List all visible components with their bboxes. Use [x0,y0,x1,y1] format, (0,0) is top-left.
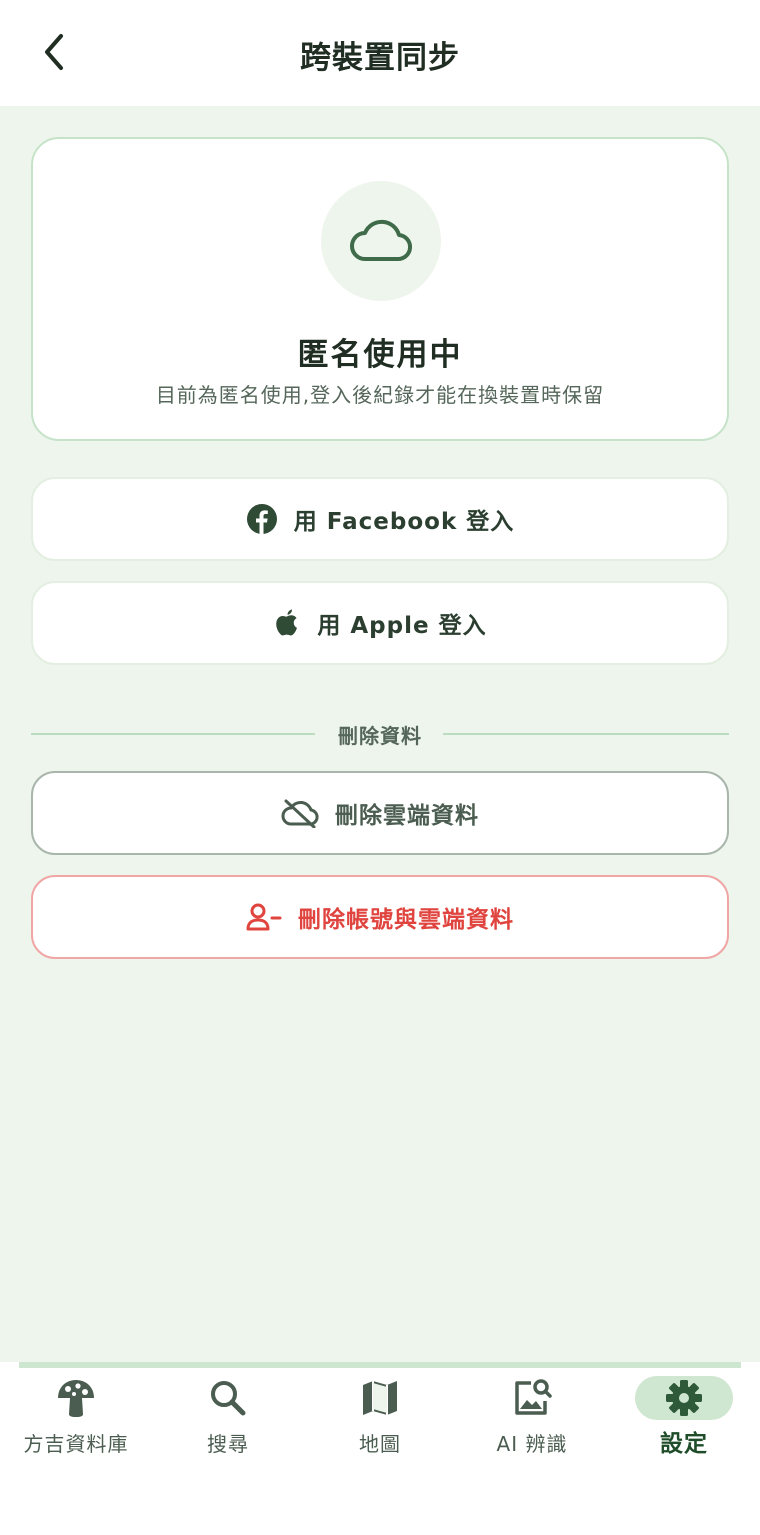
status-title: 匿名使用中 [297,337,463,373]
cloud-icon [350,219,412,262]
nav-label-ai-recognition: AI 辨識 [496,1432,568,1456]
status-description: 目前為匿名使用,登入後紀錄才能在換裝置時保留 [155,383,605,407]
page-title: 跨裝置同步 [300,40,460,76]
nav-item-map[interactable]: 地圖 [304,1376,456,1476]
person-remove-icon [246,902,282,932]
apple-login-button[interactable]: 用 Apple 登入 [31,581,729,665]
facebook-login-label: 用 Facebook 登入 [293,509,515,535]
app-root: 跨裝置同步 匿名使用中 目前為匿名使用,登入後紀錄才能在換裝置時保留 用 Fac… [0,0,760,1535]
facebook-icon [246,503,278,535]
nav-label-settings: 設定 [660,1431,708,1457]
cloud-icon-container [321,181,441,301]
delete-cloud-data-label: 刪除雲端資料 [335,803,479,829]
nav-item-ai-recognition[interactable]: AI 辨識 [456,1376,608,1476]
mushroom-icon [27,1376,125,1420]
nav-item-settings[interactable]: 設定 [608,1376,760,1476]
bottom-nav-divider [19,1362,741,1368]
delete-account-button[interactable]: 刪除帳號與雲端資料 [31,875,729,959]
content-area: 匿名使用中 目前為匿名使用,登入後紀錄才能在換裝置時保留 用 Facebook … [0,106,760,1362]
facebook-login-button[interactable]: 用 Facebook 登入 [31,477,729,561]
delete-section-divider: 刪除資料 [31,716,729,752]
image-search-icon [483,1376,581,1420]
map-icon [331,1376,429,1420]
delete-account-label: 刪除帳號與雲端資料 [298,907,514,933]
status-card: 匿名使用中 目前為匿名使用,登入後紀錄才能在換裝置時保留 [31,137,729,441]
gear-icon [635,1376,733,1420]
cloud-off-icon [281,798,319,828]
header: 跨裝置同步 [0,0,760,106]
nav-item-database[interactable]: 方吉資料庫 [0,1376,152,1476]
nav-label-map: 地圖 [359,1432,401,1456]
nav-label-search: 搜尋 [207,1432,249,1456]
nav-label-database: 方吉資料庫 [23,1432,129,1456]
divider-line-right [443,733,729,735]
bottom-nav: 方吉資料庫 搜尋 地圖 AI 辨識 設定 [0,1362,760,1535]
delete-cloud-data-button[interactable]: 刪除雲端資料 [31,771,729,855]
apple-login-label: 用 Apple 登入 [317,613,487,639]
nav-item-search[interactable]: 搜尋 [152,1376,304,1476]
apple-icon [273,608,301,638]
search-icon [179,1376,277,1420]
